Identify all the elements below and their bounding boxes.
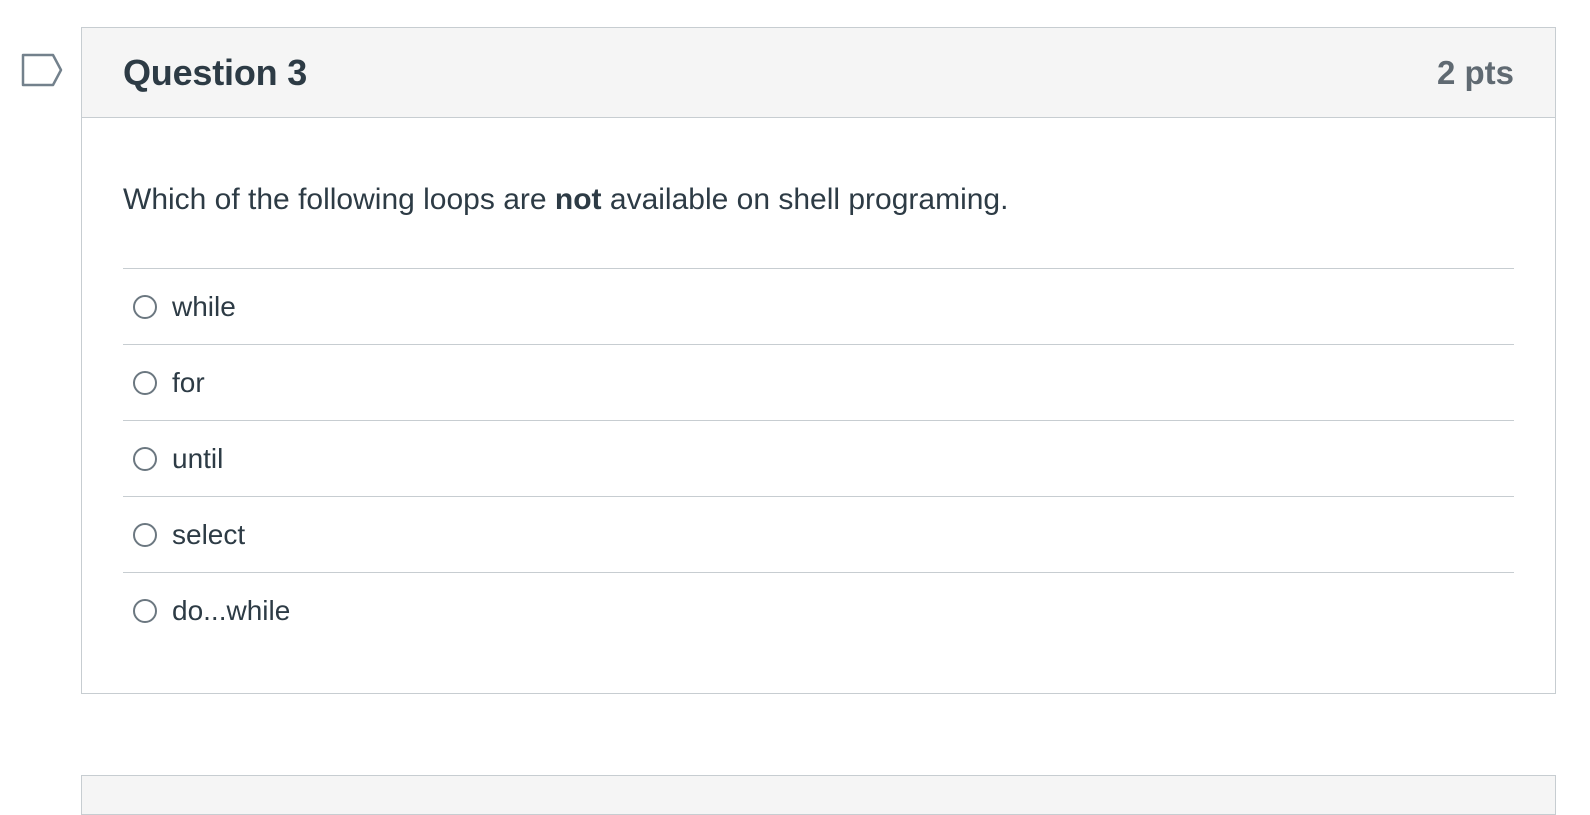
question-text-end: available on shell programing. (601, 183, 1009, 216)
question-text: Which of the following loops are not ava… (123, 180, 1514, 220)
answer-label: while (172, 290, 236, 322)
radio-button[interactable] (133, 599, 157, 623)
question-text-emphasis: not (554, 183, 602, 216)
radio-button[interactable] (133, 294, 157, 319)
answer-option-for[interactable]: for (123, 345, 1514, 421)
question-body: Which of the following loops are not ava… (82, 118, 1555, 649)
answer-label: for (172, 366, 205, 398)
flag-question-icon[interactable] (21, 53, 63, 87)
question-points: 2 pts (1436, 53, 1514, 91)
answer-option-while[interactable]: while (123, 269, 1514, 345)
question-text-start: Which of the following loops are (123, 183, 555, 216)
radio-button[interactable] (133, 370, 157, 395)
answer-label: select (172, 518, 246, 550)
radio-button[interactable] (133, 446, 157, 471)
answer-option-do-while[interactable]: do...while (123, 573, 1514, 649)
question-card: Question 3 2 pts Which of the following … (81, 27, 1556, 694)
question-header: Question 3 2 pts (82, 28, 1555, 118)
answer-option-select[interactable]: select (123, 497, 1514, 573)
next-question-card (81, 775, 1556, 815)
answer-list: while for until select do...while (123, 268, 1514, 649)
radio-button[interactable] (133, 522, 157, 547)
answer-label: until (172, 442, 224, 474)
answer-option-until[interactable]: until (123, 421, 1514, 497)
answer-label: do...while (172, 595, 291, 626)
question-title: Question 3 (123, 51, 308, 93)
